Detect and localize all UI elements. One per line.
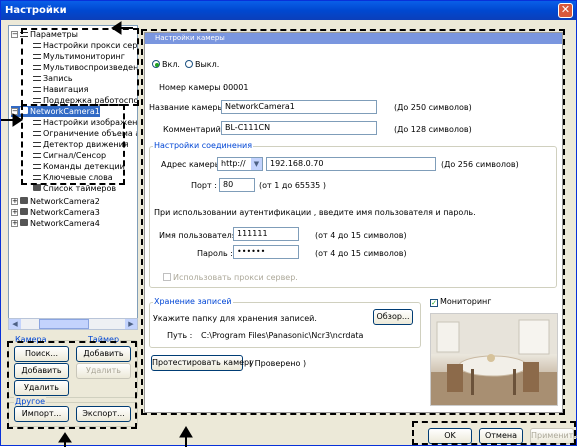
arrow-up-icon — [58, 432, 72, 443]
arrow-left-icon — [111, 21, 122, 35]
arrow-right-icon — [12, 113, 23, 127]
arrow-up-icon — [179, 426, 193, 438]
settings-window: Настройки ✕ − Параметры Настройки прокси … — [0, 0, 577, 447]
callout-arrows — [1, 21, 193, 447]
